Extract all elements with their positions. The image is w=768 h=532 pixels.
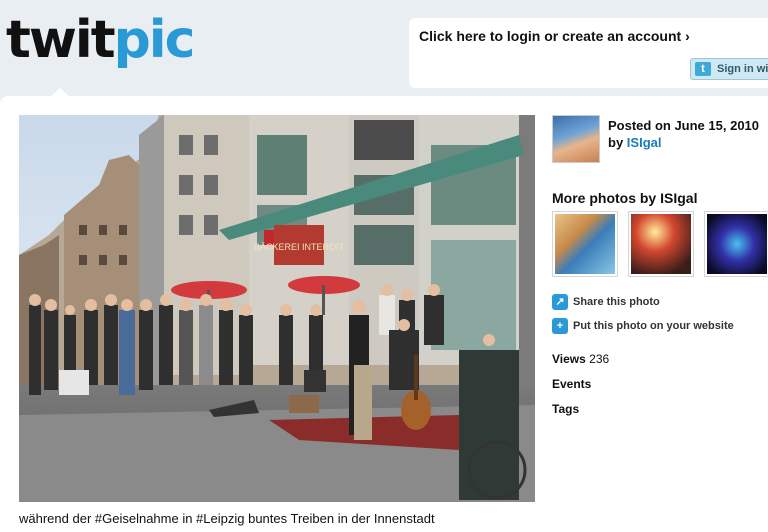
by-label: by [608, 135, 624, 150]
put-label: Put this photo on your website [573, 319, 734, 332]
photo-caption: während der #Geiselnahme in #Leipzig bun… [19, 511, 435, 526]
more-photo-thumbnail[interactable] [704, 211, 768, 277]
username-link[interactable]: ISIgal [627, 135, 662, 150]
more-photo-thumbnail[interactable] [552, 211, 618, 277]
tags-heading: Tags [552, 402, 580, 416]
login-panel: Click here to login or create an account… [409, 18, 768, 88]
plus-icon: + [552, 318, 568, 334]
more-photo-thumbnail[interactable] [628, 211, 694, 277]
views-stat: Views 236 [552, 352, 609, 366]
twitpic-logo[interactable]: twitpic [6, 8, 196, 72]
events-heading: Events [552, 377, 592, 391]
share-label: Share this photo [573, 295, 660, 308]
put-photo-link[interactable]: + Put this photo on your website [552, 318, 734, 334]
sign-in-with-twitter-button[interactable]: t Sign in with [690, 58, 768, 80]
main-photo[interactable]: BÄCKEREI INTEROIT [19, 115, 535, 502]
posted-by: by ISIgal [608, 135, 661, 150]
user-avatar[interactable] [552, 115, 600, 163]
login-link[interactable]: Click here to login or create an account… [419, 28, 690, 44]
logo-part-twit: twit [6, 10, 116, 70]
views-count: 236 [589, 352, 610, 366]
sign-in-label: Sign in with [717, 63, 768, 75]
twitter-bird-icon: t [695, 62, 711, 76]
views-label: Views [552, 352, 586, 366]
share-icon: ↗ [552, 294, 568, 310]
posted-date: Posted on June 15, 2010 [608, 118, 760, 133]
shop-sign-text: BÄCKEREI INTEROIT [254, 242, 345, 252]
site-header: twitpic Click here to login or create an… [0, 0, 768, 96]
share-photo-link[interactable]: ↗ Share this photo [552, 294, 660, 310]
more-photos-heading: More photos by ISIgal [552, 190, 698, 206]
logo-part-pic: pic [113, 10, 196, 70]
